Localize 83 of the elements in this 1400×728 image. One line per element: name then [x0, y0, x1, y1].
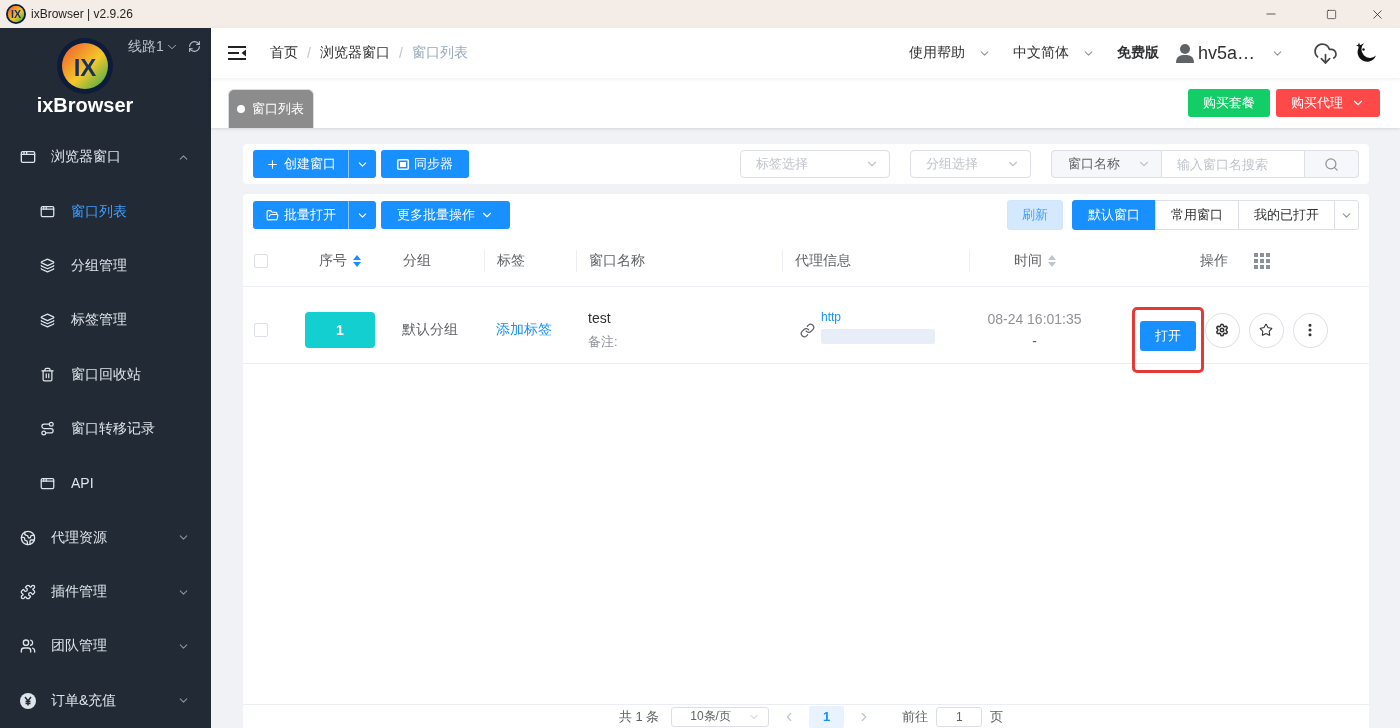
layers-icon: [40, 258, 55, 274]
maximize-icon: [1325, 8, 1337, 20]
create-dropdown-button[interactable]: [348, 150, 376, 178]
sidebar-group[interactable]: 订单&充值: [0, 673, 211, 728]
globe-icon: [20, 529, 36, 546]
tab-dot-icon: [237, 105, 245, 113]
goto-label: 前往: [902, 707, 929, 726]
view-tab[interactable]: 常用窗口: [1155, 200, 1239, 230]
sidebar-group[interactable]: 代理资源: [0, 510, 211, 565]
puzzle-icon: [20, 584, 36, 601]
sidebar-item[interactable]: 窗口转移记录: [0, 401, 211, 457]
menu-dropdown[interactable]: 使用帮助: [908, 44, 991, 62]
route-select[interactable]: 线路1: [128, 38, 179, 56]
sidebar-group[interactable]: 插件管理: [0, 564, 211, 620]
more-button[interactable]: [1292, 312, 1328, 348]
window-title: ixBrowser | v2.9.26: [31, 7, 133, 21]
sort-icon[interactable]: [352, 254, 362, 268]
breadcrumb-separator: /: [307, 45, 311, 61]
settings-button[interactable]: [1204, 312, 1240, 348]
breadcrumb-separator: /: [398, 45, 403, 61]
trash-icon: [40, 367, 55, 383]
window-name: test: [588, 309, 611, 326]
column-header: 标签: [497, 252, 525, 270]
route-icon: [40, 421, 55, 437]
user-menu[interactable]: hv5a…: [1175, 42, 1284, 64]
goto-page-field[interactable]: 1: [936, 706, 983, 727]
refresh-icon[interactable]: [187, 40, 201, 53]
brand-name: ixBrowser: [36, 94, 134, 116]
breadcrumb-item: 窗口列表: [411, 44, 468, 62]
app-logo: IX: [6, 4, 26, 24]
sidebar-item[interactable]: 窗口列表: [0, 184, 211, 239]
search-field-select[interactable]: 窗口名称: [1051, 150, 1162, 178]
column-header: 时间: [1013, 252, 1042, 270]
screen-icon: [397, 158, 409, 170]
sort-icon[interactable]: [1046, 254, 1057, 268]
group-name: 默认分组: [402, 321, 458, 339]
select-all-checkbox[interactable]: [254, 254, 268, 268]
row-number-badge: 1: [305, 312, 375, 348]
star-icon: [1259, 323, 1273, 337]
sidebar-group[interactable]: 浏览器窗口: [0, 130, 211, 185]
breadcrumb-item[interactable]: 首页: [270, 44, 298, 62]
views-dropdown-button[interactable]: [1334, 200, 1359, 230]
window-icon: [40, 204, 55, 220]
settings-icon: [1215, 323, 1229, 337]
page-suffix: 页: [990, 707, 1004, 726]
folder-icon: [265, 208, 279, 222]
layers-icon: [40, 312, 55, 328]
note-label: 备注:: [588, 332, 618, 351]
window-icon: [40, 475, 55, 491]
view-tab[interactable]: 我的已打开: [1238, 200, 1335, 230]
time-secondary-text: -: [1032, 333, 1037, 349]
menu-dropdown[interactable]: 中文简体: [1012, 44, 1095, 62]
column-header: 窗口名称: [589, 252, 645, 270]
search-button[interactable]: [1304, 150, 1359, 178]
moon-icon[interactable]: [1355, 42, 1377, 64]
column-header: 分组: [403, 252, 431, 270]
sidebar-item[interactable]: 窗口回收站: [0, 347, 211, 402]
column-header: 代理信息: [795, 252, 851, 270]
users-icon: [20, 638, 36, 655]
plan-label: 免费版: [1116, 44, 1159, 62]
brand-logo: IX: [57, 38, 113, 94]
user-icon: [1175, 43, 1194, 63]
sidebar-item[interactable]: 标签管理: [0, 293, 211, 348]
cloud-download-icon[interactable]: [1313, 40, 1338, 66]
window-icon: [20, 149, 36, 166]
sidebar-item[interactable]: 分组管理: [0, 238, 211, 294]
sidebar-group[interactable]: 团队管理: [0, 619, 211, 674]
page-size-select[interactable]: 10条/页: [671, 706, 770, 727]
column-header: 序号: [319, 252, 347, 270]
grid-icon[interactable]: [1254, 253, 1270, 269]
column-header: 操作: [1200, 252, 1228, 270]
search-icon: [1324, 156, 1339, 172]
breadcrumb-item[interactable]: 浏览器窗口: [319, 44, 390, 62]
plus-icon: [265, 157, 279, 171]
batch-dropdown-button[interactable]: [348, 201, 376, 229]
time-text: 08-24 16:01:35: [987, 311, 1082, 327]
total-count: 共 1 条: [618, 707, 660, 726]
link-icon: [800, 322, 815, 338]
yen-coin-icon: [20, 692, 36, 709]
favorite-button[interactable]: [1248, 312, 1284, 348]
sidebar-item[interactable]: API: [0, 456, 211, 511]
row-checkbox[interactable]: [254, 323, 268, 337]
menu-icon[interactable]: [228, 46, 246, 60]
